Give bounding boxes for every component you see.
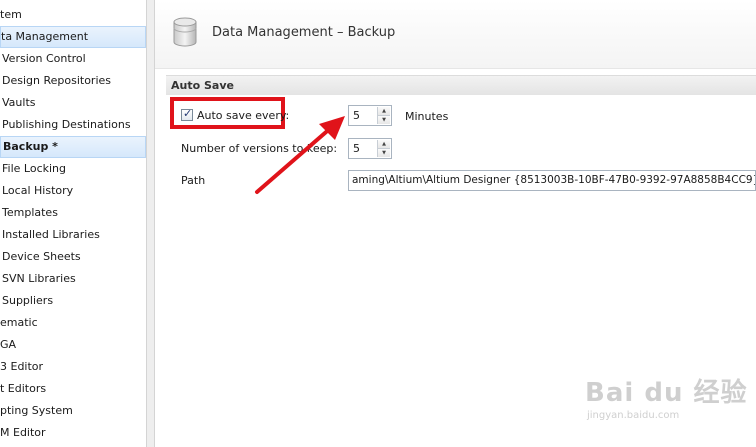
tree-item[interactable]: File Locking <box>0 158 146 180</box>
interval-unit-label: Minutes <box>405 110 449 123</box>
auto-save-checkbox[interactable]: ✓ <box>181 107 193 121</box>
tree-item-label: ematic <box>0 316 38 329</box>
section-header-auto-save: Auto Save <box>166 75 756 95</box>
tree-item-label: Design Repositories <box>2 74 112 87</box>
tree-item[interactable]: tem <box>0 4 146 26</box>
tree-item[interactable]: Device Sheets <box>0 246 146 268</box>
baidu-watermark: Bai du 经验 jingyan.baidu.com <box>585 372 748 421</box>
database-icon <box>173 17 197 47</box>
options-tree: tem ta Management Version Control Design Re… <box>0 0 146 447</box>
tree-item-label: 3 Editor <box>0 360 44 373</box>
tree-item[interactable]: t Editors <box>0 378 146 400</box>
tree-item[interactable]: Version Control <box>0 48 146 70</box>
tree-item[interactable]: ta Management <box>0 26 146 48</box>
section-title: Auto Save <box>171 79 234 92</box>
tree-item-label: pting System <box>0 404 73 417</box>
tree-item[interactable]: Publishing Destinations <box>0 114 146 136</box>
tree-item[interactable]: Templates <box>0 202 146 224</box>
panel-title: Data Management – Backup <box>212 25 396 40</box>
spin-up-icon[interactable]: ▲ <box>378 140 390 149</box>
tree-item[interactable]: ematic <box>0 312 146 334</box>
tree-item[interactable]: Local History <box>0 180 146 202</box>
path-field[interactable]: aming\Altium\Altium Designer {8513003B-1… <box>348 170 756 191</box>
tree-item-label: Installed Libraries <box>2 228 100 241</box>
settings-panel: Data Management – Backup Auto Save ✓ Aut… <box>155 0 756 447</box>
tree-item[interactable]: GA <box>0 334 146 356</box>
tree-item-label: GA <box>0 338 17 351</box>
tree-item-label: Vaults <box>2 96 36 109</box>
spin-down-icon[interactable]: ▼ <box>378 149 390 157</box>
tree-item[interactable]: M Editor <box>0 422 146 444</box>
tree-item[interactable]: 3 Editor <box>0 356 146 378</box>
tree-item-label: SVN Libraries <box>2 272 76 285</box>
annotation-arrow-icon <box>255 116 345 194</box>
tree-item[interactable]: Backup * <box>0 136 146 158</box>
tree-item-label: Version Control <box>2 52 86 65</box>
tree-item-label: M Editor <box>0 426 46 439</box>
tree-item[interactable]: Installed Libraries <box>0 224 146 246</box>
tree-item-label: Device Sheets <box>2 250 81 263</box>
tree-item-label: Local History <box>2 184 74 197</box>
tree-item[interactable]: pting System <box>0 400 146 422</box>
tree-item-label: Publishing Destinations <box>2 118 131 131</box>
check-icon: ✓ <box>183 107 193 120</box>
watermark-logo: Bai du 经验 <box>585 378 748 408</box>
panel-header: Data Management – Backup <box>155 0 756 69</box>
tree-item-label: File Locking <box>2 162 66 175</box>
tree-item-label: t Editors <box>0 382 47 395</box>
watermark-url: jingyan.baidu.com <box>587 410 680 421</box>
path-label: Path <box>181 174 206 187</box>
tree-item[interactable]: SVN Libraries <box>0 268 146 290</box>
tree-item-label: Suppliers <box>2 294 54 307</box>
tree-item-label: ta Management <box>1 30 89 43</box>
tree-item[interactable]: Design Repositories <box>0 70 146 92</box>
tree-item-label: tem <box>0 8 22 21</box>
splitter[interactable] <box>146 0 155 447</box>
spin-up-icon[interactable]: ▲ <box>378 107 390 116</box>
tree-item-label: Backup * <box>3 140 58 153</box>
tree-item[interactable]: Vaults <box>0 92 146 114</box>
tree-item[interactable]: Suppliers <box>0 290 146 312</box>
tree-item-label: Templates <box>2 206 58 219</box>
spin-down-icon[interactable]: ▼ <box>378 116 390 124</box>
